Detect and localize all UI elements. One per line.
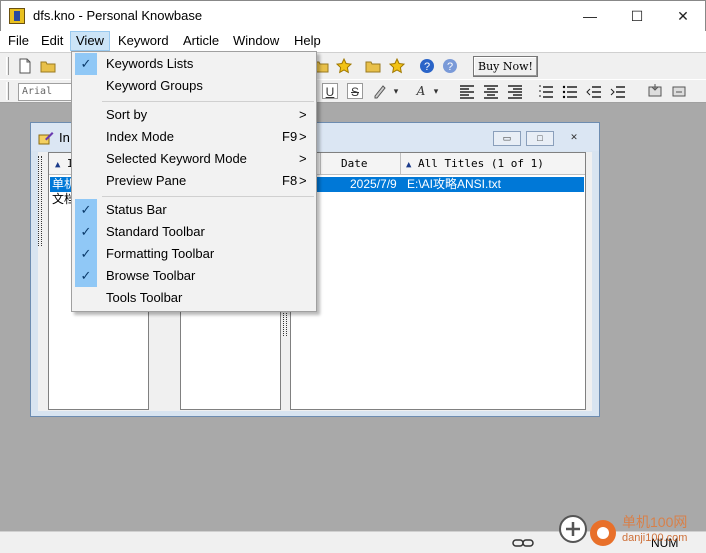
insert-attachment-icon[interactable] (647, 83, 663, 99)
underline-button[interactable]: U (322, 83, 338, 99)
submenu-arrow-icon: > (299, 151, 307, 166)
menu-window[interactable]: Window (228, 31, 284, 51)
context-help-icon[interactable]: ? (442, 58, 458, 74)
link-icon (512, 539, 534, 547)
menu-item-label: Keyword Groups (106, 78, 203, 93)
menu-item-standard-toolbar[interactable]: ✓ Standard Toolbar (74, 221, 314, 243)
date-column-header[interactable]: Date (321, 153, 401, 175)
menu-item-label: Standard Toolbar (106, 224, 205, 239)
submenu-arrow-icon: > (299, 107, 307, 122)
folder-open-icon[interactable] (365, 58, 381, 74)
font-name-box[interactable]: Arial (18, 83, 72, 101)
menu-bar: File Edit View Keyword Article Window He… (0, 31, 706, 51)
article-title: E:\AI攻略ANSI.txt (407, 177, 502, 191)
submenu-arrow-icon: > (299, 173, 307, 188)
child-window-title: In (59, 130, 70, 145)
checkmark-icon: ✓ (75, 265, 97, 287)
align-right-icon[interactable] (507, 84, 523, 100)
menu-item-status-bar[interactable]: ✓ Status Bar (74, 199, 314, 221)
menu-shortcut: F9 (282, 129, 298, 144)
strikethrough-button[interactable]: S (347, 83, 363, 99)
minimize-button[interactable]: — (567, 1, 613, 31)
new-file-icon[interactable] (17, 58, 33, 74)
sort-arrow-icon: ▲ (406, 160, 412, 170)
menu-item-preview-pane[interactable]: Preview Pane F8 > (74, 170, 314, 192)
star-add-icon[interactable] (389, 58, 405, 74)
menu-separator (102, 101, 314, 102)
article-row-selected[interactable]: 2025/7/9 E:\AI攻略ANSI.txt (292, 177, 584, 192)
close-button[interactable]: ✕ (660, 1, 706, 31)
menu-item-sort-by[interactable]: Sort by > (74, 104, 314, 126)
checkmark-icon: ✓ (75, 221, 97, 243)
submenu-arrow-icon: > (299, 129, 307, 144)
menu-shortcut: F8 (282, 173, 298, 188)
menu-view[interactable]: View (70, 31, 110, 51)
menu-article[interactable]: Article (178, 31, 224, 51)
menu-item-selected-keyword-mode[interactable]: Selected Keyword Mode > (74, 148, 314, 170)
align-left-icon[interactable] (459, 84, 475, 100)
highlighter-dropdown[interactable]: ▾ (391, 83, 401, 99)
menu-item-formatting-toolbar[interactable]: ✓ Formatting Toolbar (74, 243, 314, 265)
toolbar-grip[interactable] (6, 82, 9, 100)
child-maximize-button[interactable]: □ (526, 131, 554, 146)
checkmark-icon: ✓ (75, 53, 97, 75)
menu-file[interactable]: File (3, 31, 34, 51)
watermark-logo: 单机100网 danji100.com (558, 510, 706, 553)
open-folder-icon[interactable] (40, 58, 56, 74)
watermark-text: 单机100网 (622, 514, 688, 530)
menu-item-index-mode[interactable]: Index Mode F9 > (74, 126, 314, 148)
window-title: dfs.kno - Personal Knowbase (33, 8, 203, 23)
menu-item-browse-toolbar[interactable]: ✓ Browse Toolbar (74, 265, 314, 287)
app-icon (9, 8, 25, 24)
highlighter-icon[interactable] (372, 83, 388, 99)
svg-text:?: ? (447, 61, 453, 73)
titles-column-header[interactable]: ▲ All Titles (1 of 1) (401, 153, 585, 175)
menu-item-label: Browse Toolbar (106, 268, 196, 283)
menu-item-tools-toolbar[interactable]: Tools Toolbar (74, 287, 314, 309)
sort-arrow-icon: ▲ (55, 160, 61, 170)
menu-edit[interactable]: Edit (36, 31, 68, 51)
menu-item-keyword-groups[interactable]: Keyword Groups (74, 75, 314, 97)
checkmark-icon: ✓ (75, 243, 97, 265)
menu-item-keywords-lists[interactable]: ✓ Keywords Lists (74, 53, 314, 75)
view-menu-dropdown: ✓ Keywords Lists Keyword Groups Sort by … (71, 51, 317, 312)
menu-item-label: Sort by (106, 107, 148, 122)
svg-text:?: ? (424, 61, 430, 73)
decrease-indent-icon[interactable] (586, 84, 602, 100)
title-bar: dfs.kno - Personal Knowbase — ☐ ✕ (0, 0, 706, 31)
menu-item-label: Formatting Toolbar (106, 246, 215, 261)
font-color-dropdown[interactable]: ▾ (431, 83, 441, 99)
menu-item-label: Status Bar (106, 202, 167, 217)
font-color-button[interactable]: A (413, 83, 429, 99)
child-minimize-button[interactable]: ▭ (493, 131, 521, 146)
checkmark-icon: ✓ (75, 199, 97, 221)
menu-item-label: Keywords Lists (106, 56, 194, 71)
left-splitter-handle[interactable] (38, 156, 42, 246)
menu-item-label: Selected Keyword Mode (106, 151, 247, 166)
watermark-subtext: danji100.com (622, 532, 688, 544)
numbered-list-icon[interactable] (538, 84, 554, 100)
article-date: 2025/7/9 (350, 177, 397, 191)
menu-item-label: Tools Toolbar (106, 290, 183, 305)
pencil-note-icon (38, 132, 54, 145)
menu-separator (102, 196, 314, 197)
menu-item-label: Index Mode (106, 129, 174, 144)
buy-now-button[interactable]: Buy Now! (473, 56, 538, 77)
titles-header-label: All Titles (1 of 1) (418, 157, 544, 170)
child-close-button[interactable]: ✕ (560, 131, 588, 146)
insert-link-icon[interactable] (671, 83, 687, 99)
watermark-plus-icon (559, 515, 587, 543)
bullet-list-icon[interactable] (562, 84, 578, 100)
maximize-button[interactable]: ☐ (614, 1, 660, 31)
increase-indent-icon[interactable] (610, 84, 626, 100)
toolbar-grip[interactable] (6, 57, 9, 75)
articles-pane: ) Date ▲ All Titles (1 of 1) 2025/7/9 E:… (290, 152, 586, 410)
watermark-orange-circle-icon (590, 520, 616, 546)
menu-item-label: Preview Pane (106, 173, 187, 188)
help-icon[interactable]: ? (419, 58, 435, 74)
star-icon[interactable] (336, 58, 352, 74)
menu-keyword[interactable]: Keyword (113, 31, 174, 51)
align-center-icon[interactable] (483, 84, 499, 100)
menu-help[interactable]: Help (289, 31, 326, 51)
